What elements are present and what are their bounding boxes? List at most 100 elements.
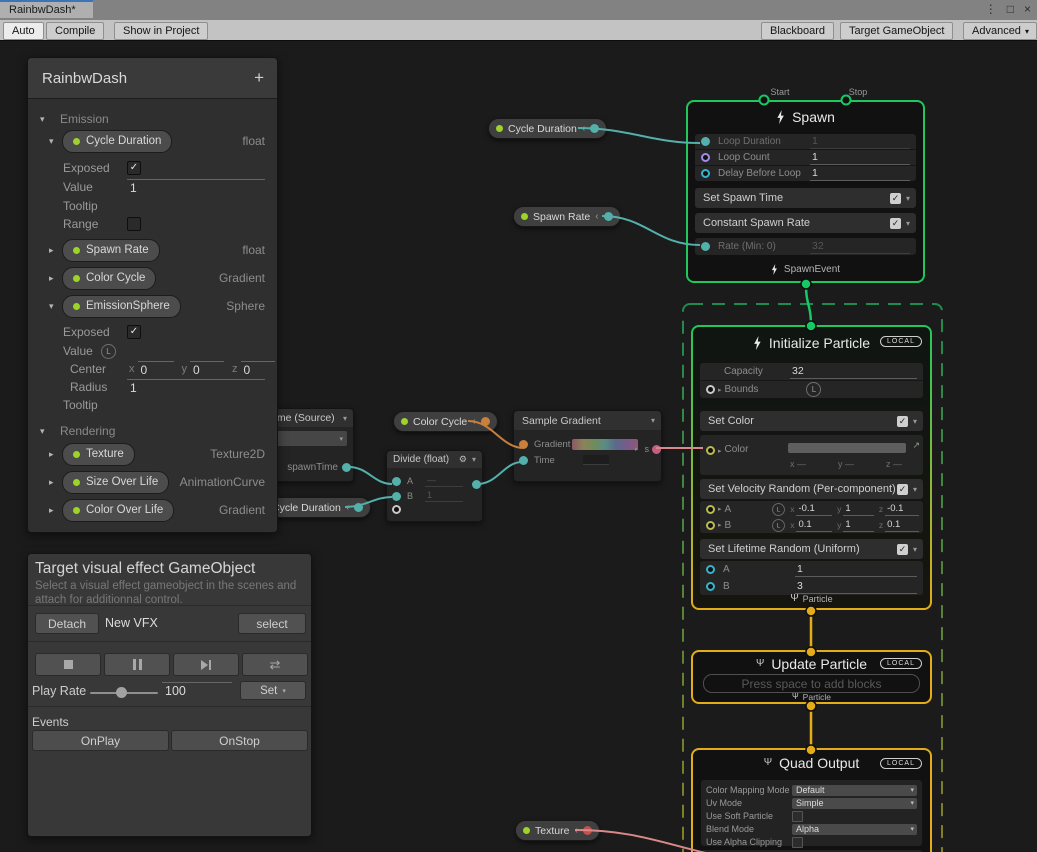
stop-button[interactable]: [35, 653, 101, 676]
foldout-icon[interactable]: ▾: [40, 114, 52, 125]
output-port[interactable]: [604, 212, 613, 221]
gradient-preview[interactable]: [572, 439, 638, 450]
chevron-down-icon[interactable]: ▾: [913, 417, 917, 426]
space-local-badge[interactable]: L: [101, 344, 116, 359]
rate-field[interactable]: 32: [810, 240, 910, 254]
uv-mode-dropdown[interactable]: Simple▾: [792, 798, 917, 809]
chevron-down-icon[interactable]: ▾: [913, 545, 917, 554]
loop-count-port[interactable]: [701, 153, 710, 162]
capacity-field[interactable]: 32: [790, 365, 917, 379]
foldout-icon[interactable]: ▾: [49, 136, 61, 147]
use-soft-particle-checkbox[interactable]: [792, 811, 803, 822]
output-port[interactable]: [590, 124, 599, 133]
compile-button[interactable]: Compile: [46, 22, 104, 40]
onstop-button[interactable]: OnStop: [171, 730, 308, 751]
block-enabled-checkbox[interactable]: ✓: [897, 484, 908, 495]
param-color-over-life[interactable]: ▸ Color Over Life Gradient: [28, 499, 277, 521]
play-rate-slider-knob[interactable]: [116, 687, 127, 698]
block-set-spawn-time[interactable]: Set Spawn Time ✓ ▾: [695, 188, 916, 208]
gradient-input-port[interactable]: [519, 440, 528, 449]
target-gameobject-toggle-button[interactable]: Target GameObject: [840, 22, 953, 40]
pause-button[interactable]: [104, 653, 170, 676]
velocity-a-port[interactable]: [706, 505, 715, 514]
exposed-checkbox[interactable]: ✓: [127, 325, 141, 339]
block-set-velocity-random[interactable]: Set Velocity Random (Per-component) ✓ ▾: [700, 479, 923, 499]
value-field[interactable]: 1: [127, 179, 265, 195]
node-spawn-context[interactable]: Spawn Loop Duration 1 Loop Count 1 Delay…: [686, 100, 925, 283]
block-set-lifetime-random[interactable]: Set Lifetime Random (Uniform) ✓ ▾: [700, 539, 923, 559]
velocity-b-port[interactable]: [706, 521, 715, 530]
time-input-port[interactable]: [519, 456, 528, 465]
tooltip-field[interactable]: [127, 398, 265, 412]
delay-before-loop-field[interactable]: 1: [810, 167, 910, 181]
exposed-checkbox[interactable]: ✓: [127, 161, 141, 175]
node-divide[interactable]: Divide (float) ⚙ ▾ A — B 1: [386, 450, 483, 522]
gear-icon[interactable]: ⚙: [459, 454, 467, 465]
chevron-down-icon[interactable]: ▾: [472, 455, 476, 464]
param-emission-sphere[interactable]: ▾ EmissionSphere Sphere: [28, 295, 277, 317]
add-block-placeholder[interactable]: Press space to add blocks: [703, 674, 920, 693]
select-button[interactable]: select: [238, 613, 306, 634]
foldout-icon[interactable]: ▸: [49, 273, 61, 284]
node-update-particle-context[interactable]: Ψ Update Particle LOCAL Press space to a…: [691, 650, 932, 704]
param-node-spawn-rate[interactable]: Spawn Rate ‹: [513, 206, 621, 227]
menu-icon[interactable]: ⋮: [985, 2, 997, 16]
rate-port[interactable]: [701, 242, 710, 251]
onplay-button[interactable]: OnPlay: [32, 730, 169, 751]
param-cycle-duration[interactable]: ▾ Cycle Duration float: [28, 130, 277, 152]
category-emission[interactable]: ▾ Emission: [28, 109, 277, 129]
block-enabled-checkbox[interactable]: ✓: [897, 416, 908, 427]
chevron-down-icon[interactable]: ▾: [913, 485, 917, 494]
output-port[interactable]: [583, 826, 592, 835]
block-enabled-checkbox[interactable]: ✓: [890, 193, 901, 204]
param-node-color-cycle[interactable]: Color Cycle ‹: [393, 411, 498, 432]
blackboard-toggle-button[interactable]: Blackboard: [761, 22, 834, 40]
block-enabled-checkbox[interactable]: ✓: [897, 544, 908, 555]
show-in-project-button[interactable]: Show in Project: [114, 22, 208, 40]
play-rate-value-field[interactable]: 100: [162, 682, 232, 698]
space-local-badge[interactable]: L: [772, 503, 785, 516]
color-port[interactable]: [706, 446, 715, 455]
param-node-cycle-duration[interactable]: Cycle Duration ‹: [488, 118, 607, 139]
collapse-icon[interactable]: ‹: [472, 416, 475, 427]
wire-spawnevent-to-initialize[interactable]: [806, 284, 811, 326]
bounds-port[interactable]: [706, 385, 715, 394]
auto-button[interactable]: Auto: [3, 22, 44, 40]
set-play-rate-dropdown[interactable]: Set▾: [240, 681, 306, 700]
detach-button[interactable]: Detach: [35, 613, 99, 634]
lifetime-a-port[interactable]: [706, 565, 715, 574]
advanced-dropdown[interactable]: Advanced▾: [963, 22, 1037, 40]
maximize-icon[interactable]: □: [1007, 2, 1014, 16]
param-color-cycle[interactable]: ▸ Color Cycle Gradient: [28, 267, 277, 289]
node-sample-gradient[interactable]: Sample Gradient ▾ Gradient Time ▸ s: [513, 410, 662, 482]
center-z-field[interactable]: 0: [241, 361, 275, 377]
center-y-field[interactable]: 0: [190, 361, 224, 377]
value-a[interactable]: —: [425, 475, 463, 487]
blend-mode-dropdown[interactable]: Alpha▾: [792, 824, 917, 835]
restart-button[interactable]: ⇄: [242, 653, 308, 676]
foldout-icon[interactable]: ▾: [40, 426, 52, 437]
color-mapping-mode-dropdown[interactable]: Default▾: [792, 785, 917, 796]
loop-count-field[interactable]: 1: [810, 151, 910, 165]
output-port[interactable]: [481, 417, 490, 426]
radius-field[interactable]: 1: [127, 379, 265, 395]
collapse-icon[interactable]: ‹: [574, 825, 577, 836]
param-texture[interactable]: ▸ Texture Texture2D: [28, 443, 277, 465]
output-port[interactable]: [652, 445, 661, 454]
use-alpha-clipping-checkbox[interactable]: [792, 837, 803, 848]
foldout-icon[interactable]: ▾: [49, 301, 61, 312]
lifetime-b-port[interactable]: [706, 582, 715, 591]
input-port-a[interactable]: [392, 477, 401, 486]
block-set-color[interactable]: Set Color ✓ ▾: [700, 411, 923, 431]
time-value-field[interactable]: [583, 455, 609, 465]
value-b[interactable]: 1: [425, 490, 463, 502]
input-port-b[interactable]: [392, 492, 401, 501]
add-parameter-button[interactable]: +: [254, 68, 264, 88]
chevron-down-icon[interactable]: ▾: [906, 219, 910, 228]
output-port[interactable]: [472, 480, 481, 489]
category-rendering[interactable]: ▾ Rendering: [28, 421, 277, 441]
foldout-icon[interactable]: ▸: [49, 449, 61, 460]
range-checkbox[interactable]: [127, 217, 141, 231]
foldout-icon[interactable]: ▸: [49, 505, 61, 516]
space-local-badge[interactable]: L: [806, 382, 821, 397]
